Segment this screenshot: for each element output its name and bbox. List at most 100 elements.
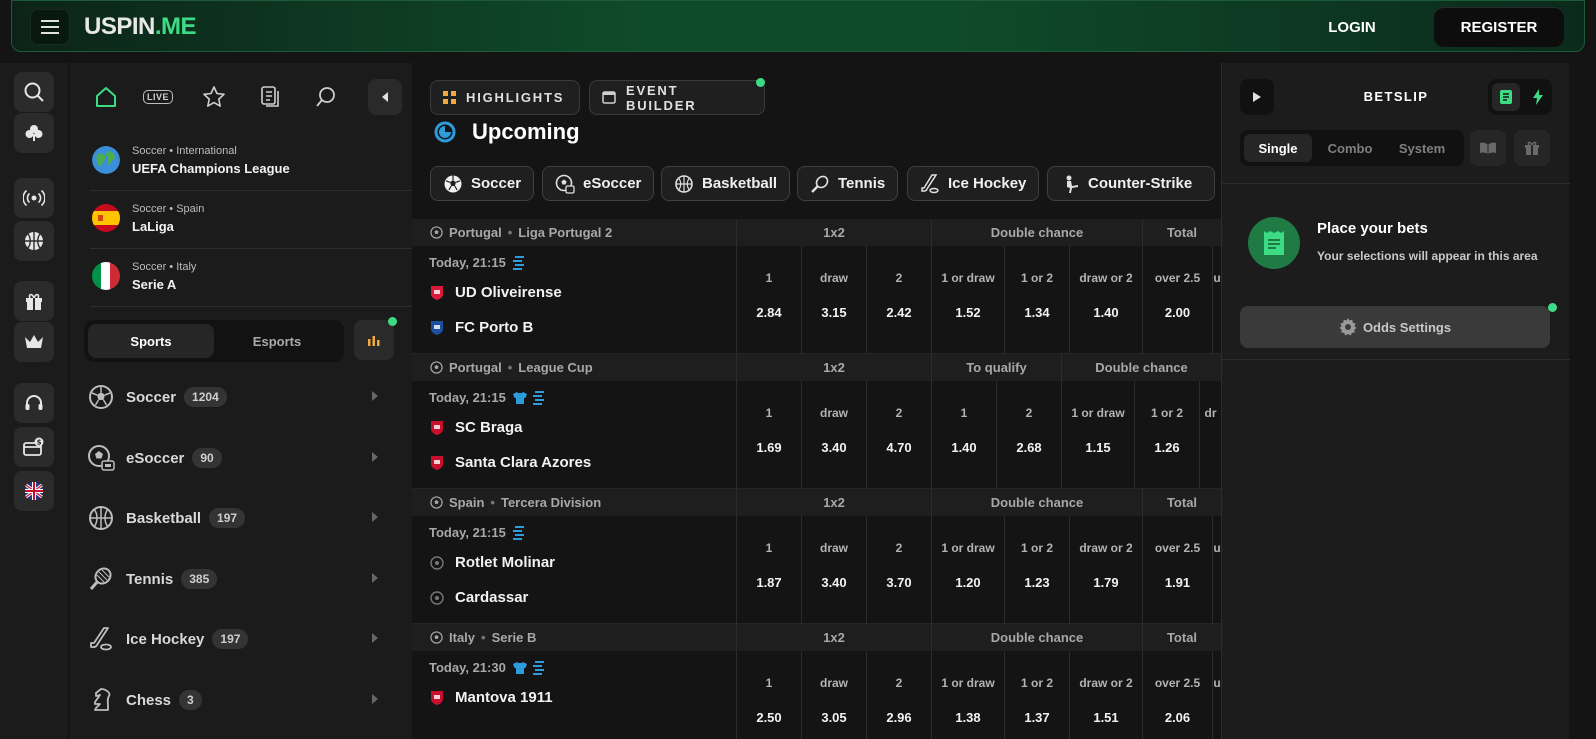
- event-builder-tab[interactable]: EVENT BUILDER: [589, 78, 765, 115]
- odds-cell[interactable]: 2 4.70: [866, 381, 931, 489]
- league-name: Liga Portugal 2: [518, 225, 613, 240]
- odds-cell[interactable]: 2 2.68: [996, 381, 1061, 489]
- statistics-button[interactable]: [354, 317, 397, 360]
- chip-basketball[interactable]: Basketball: [661, 166, 791, 201]
- rail-support-button[interactable]: [14, 383, 54, 423]
- odds-label: 1 or 2: [1020, 271, 1053, 285]
- betslip-book-button[interactable]: [1470, 130, 1506, 166]
- chip-soccer[interactable]: Soccer: [430, 166, 535, 201]
- odds-cell[interactable]: 1 or 2 1.26: [1134, 381, 1199, 489]
- event-row[interactable]: Today, 21:15 UD Oliveirense FC Porto B 1 2.8…: [412, 246, 1221, 354]
- odds-cell[interactable]: 1 2.84: [736, 246, 801, 354]
- login-button[interactable]: LOGIN: [1300, 9, 1404, 45]
- league-path: Spain • Tercera Division: [430, 495, 601, 510]
- event-time: Today, 21:15: [429, 390, 544, 405]
- odds-value: 2.06: [1164, 710, 1191, 725]
- hamburger-menu-button[interactable]: [30, 9, 70, 45]
- top-league-item[interactable]: Soccer • International UEFA Champions Le…: [90, 133, 412, 191]
- odds-cell[interactable]: 1 or 2 1.23: [1004, 516, 1069, 624]
- odds-cell[interactable]: draw 3.05: [801, 651, 866, 739]
- odds-cell[interactable]: draw 3.40: [801, 516, 866, 624]
- caret-right-icon: [372, 452, 378, 462]
- odds-cell[interactable]: draw or 2 1.51: [1069, 651, 1142, 739]
- market-group-header: Double chance: [931, 489, 1142, 516]
- odds-settings-button[interactable]: Odds Settings: [1240, 303, 1557, 348]
- odds-cell[interactable]: draw 3.15: [801, 246, 866, 354]
- away-team: FC Porto B: [429, 319, 533, 336]
- betslip-gift-button[interactable]: [1514, 130, 1550, 166]
- live-tab[interactable]: LIVE: [138, 77, 178, 117]
- notification-dot: [1548, 303, 1557, 312]
- highlights-tab[interactable]: HIGHLIGHTS: [430, 80, 580, 115]
- odds-cell[interactable]: 1 or draw 1.15: [1061, 381, 1134, 489]
- country-name: Portugal: [449, 360, 502, 375]
- odds-cell[interactable]: over 2.5 2.06: [1142, 651, 1212, 739]
- my-bets-tab[interactable]: [250, 77, 290, 117]
- sport-item-soccer[interactable]: Soccer 1204: [86, 375, 396, 419]
- odds-cell[interactable]: draw 3.40: [801, 381, 866, 489]
- odds-cell[interactable]: 1 1.69: [736, 381, 801, 489]
- tab-combo[interactable]: Combo: [1316, 134, 1384, 162]
- betslip-empty-title: Place your bets: [1317, 220, 1428, 237]
- odds-cell[interactable]: 1 or draw 1.20: [931, 516, 1004, 624]
- odds-cell[interactable]: 2 2.42: [866, 246, 931, 354]
- sidebar-search-tab[interactable]: [306, 77, 346, 117]
- odds-cell[interactable]: over 2.5 1.91: [1142, 516, 1212, 624]
- odds-cell[interactable]: dr: [1199, 381, 1221, 489]
- rail-promotions-button[interactable]: [14, 281, 54, 321]
- rail-casino-button[interactable]: [14, 113, 54, 153]
- odds-cell[interactable]: 1 1.40: [931, 381, 996, 489]
- sport-name: Ice Hockey: [126, 630, 205, 648]
- language-selector[interactable]: [14, 471, 54, 511]
- odds-cell[interactable]: draw or 2 1.40: [1069, 246, 1142, 354]
- sport-item-tennis[interactable]: Tennis 385: [86, 557, 396, 601]
- collapse-sidebar-button[interactable]: [368, 79, 402, 115]
- odds-cell[interactable]: 2 2.96: [866, 651, 931, 739]
- stats-icon: [532, 660, 544, 675]
- tab-single[interactable]: Single: [1244, 134, 1312, 162]
- event-row[interactable]: Today, 21:15 Rotlet Molinar Cardassar 1 1.87…: [412, 516, 1221, 624]
- site-logo[interactable]: USPIN.ME: [84, 13, 197, 41]
- esports-toggle-option[interactable]: Esports: [214, 324, 340, 358]
- tab-system[interactable]: System: [1388, 134, 1456, 162]
- chip-esoccer[interactable]: eSoccer: [542, 166, 655, 201]
- betslip-mode-quick[interactable]: [1524, 83, 1552, 111]
- rail-wallet-button[interactable]: $: [14, 427, 54, 467]
- betslip-mode-list[interactable]: [1492, 83, 1520, 111]
- event-row[interactable]: Today, 21:30 Mantova 1911 1 2.50 draw 3.05 2 2.…: [412, 651, 1221, 739]
- rail-search-button[interactable]: [14, 72, 54, 112]
- odds-cell[interactable]: u: [1212, 651, 1221, 739]
- odds-cell[interactable]: u: [1212, 246, 1221, 354]
- home-tab[interactable]: [86, 77, 126, 117]
- odds-cell[interactable]: 1 or 2 1.34: [1004, 246, 1069, 354]
- rail-live-button[interactable]: [14, 178, 54, 218]
- betslip-expand-button[interactable]: [1240, 79, 1274, 115]
- top-league-item[interactable]: Soccer • Italy Serie A: [90, 249, 412, 307]
- chip-counter-strike[interactable]: Counter-Strike: [1047, 166, 1215, 201]
- odds-cell[interactable]: 1 or 2 1.37: [1004, 651, 1069, 739]
- odds-cell[interactable]: draw or 2 1.79: [1069, 516, 1142, 624]
- odds-cell[interactable]: 1 1.87: [736, 516, 801, 624]
- team-crest-icon: [429, 420, 445, 436]
- soccer-ball-icon: [86, 382, 116, 412]
- sport-item-ice-hockey[interactable]: Ice Hockey 197: [86, 617, 396, 661]
- sport-item-chess[interactable]: Chess 3: [86, 678, 396, 722]
- rail-sports-button[interactable]: [14, 221, 54, 261]
- odds-cell[interactable]: u: [1212, 516, 1221, 624]
- sport-item-basketball[interactable]: Basketball 197: [86, 496, 396, 540]
- odds-cell[interactable]: 1 2.50: [736, 651, 801, 739]
- odds-cell[interactable]: over 2.5 2.00: [1142, 246, 1212, 354]
- chip-ice-hockey[interactable]: Ice Hockey: [907, 166, 1040, 201]
- event-row[interactable]: Today, 21:15 SC Braga Santa Clara Azores 1 1…: [412, 381, 1221, 489]
- odds-cell[interactable]: 1 or draw 1.38: [931, 651, 1004, 739]
- top-league-item[interactable]: Soccer • Spain LaLiga: [90, 191, 412, 249]
- sports-toggle-option[interactable]: Sports: [88, 324, 214, 358]
- odds-cell[interactable]: 2 3.70: [866, 516, 931, 624]
- svg-text:$: $: [37, 439, 42, 447]
- chip-tennis[interactable]: Tennis: [797, 166, 899, 201]
- favorites-tab[interactable]: [194, 77, 234, 117]
- rail-vip-button[interactable]: [14, 322, 54, 362]
- register-button[interactable]: REGISTER: [1434, 7, 1564, 47]
- odds-cell[interactable]: 1 or draw 1.52: [931, 246, 1004, 354]
- sport-item-esoccer[interactable]: eSoccer 90: [86, 436, 396, 480]
